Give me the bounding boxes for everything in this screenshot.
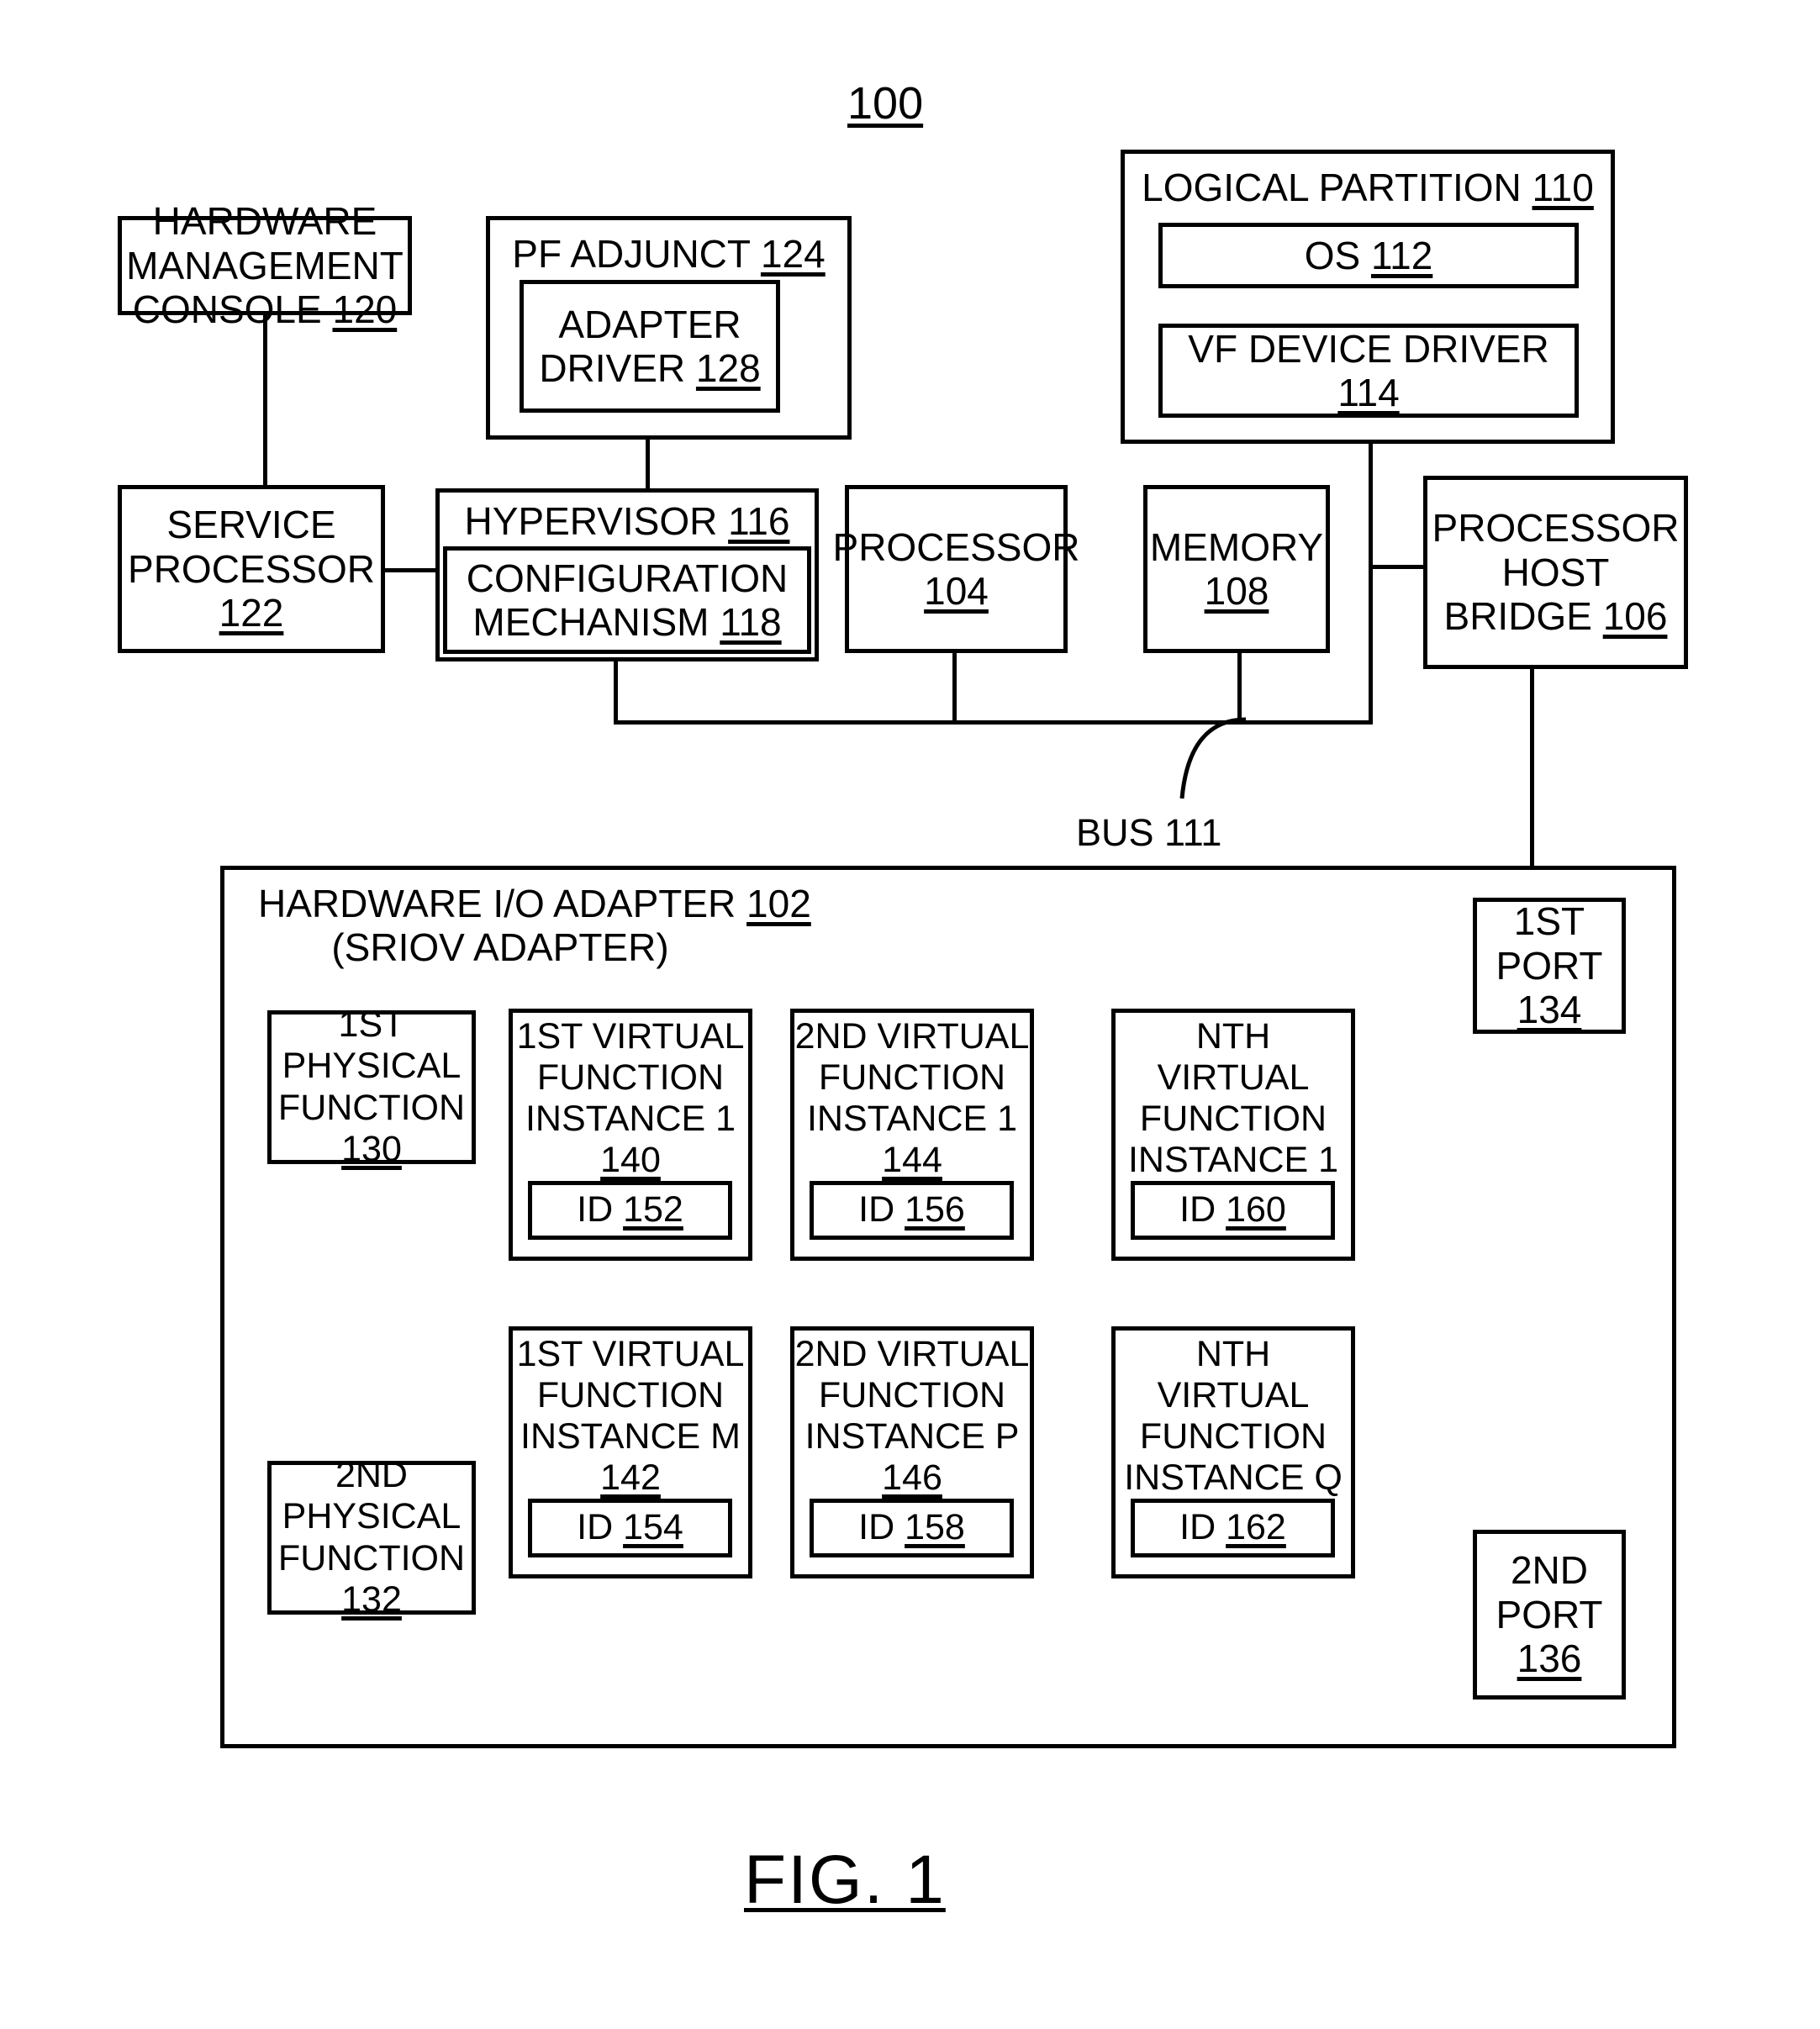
memory-ref: 108 <box>1204 569 1269 613</box>
connector-logical-partition-phb <box>1369 444 1373 480</box>
vf-n-q-label: NTH VIRTUAL FUNCTION INSTANCE Q <box>1124 1334 1343 1499</box>
hypervisor-label: HYPERVISOR <box>464 499 729 543</box>
vf-2-p-id-ref: 158 <box>905 1507 965 1548</box>
vf-2-1-label: 2ND VIRTUAL FUNCTION INSTANCE 1 <box>794 1016 1030 1140</box>
logical-partition-ref: 110 <box>1532 166 1594 209</box>
bus-leader-curve <box>1179 717 1247 799</box>
second-physical-function-box: 2ND PHYSICAL FUNCTION 132 <box>267 1455 476 1620</box>
connector-hypervisor-bus <box>614 661 618 725</box>
pf-adjunct-ref: 124 <box>760 232 826 276</box>
vf-n-1-id-label: ID <box>1179 1189 1227 1231</box>
hmc-ref: 120 <box>332 287 398 332</box>
vf-1-1-id-ref: 152 <box>623 1189 683 1231</box>
os-label: OS <box>1304 233 1371 277</box>
vf-1-m-ref: 142 <box>600 1457 661 1499</box>
first-port-ref: 134 <box>1517 988 1582 1032</box>
vf-2-1-id-ref: 156 <box>905 1189 965 1231</box>
connector-phb-bus-stub <box>1369 565 1427 569</box>
first-physical-function-box: 1ST PHYSICAL FUNCTION 130 <box>267 1004 476 1169</box>
second-port-label: 2ND PORT <box>1496 1548 1603 1636</box>
adapter-driver-box: ADAPTER DRIVER 128 <box>520 280 780 413</box>
os-box: OS 112 <box>1158 223 1579 288</box>
vf-n-q-id-label: ID <box>1179 1507 1227 1548</box>
connector-processor-bus <box>952 653 957 725</box>
vf-2-1-id-box: ID 156 <box>810 1181 1014 1240</box>
hw-io-adapter-label: HARDWARE I/O ADAPTER <box>258 882 747 925</box>
first-port-label: 1ST PORT <box>1496 899 1603 988</box>
vf-device-driver-ref: 114 <box>1337 371 1400 414</box>
vf-1-m-label: 1ST VIRTUAL FUNCTION INSTANCE M <box>516 1334 745 1457</box>
vf-2-1-ref: 144 <box>882 1140 942 1181</box>
connector-service-processor-hypervisor <box>382 568 437 572</box>
vf-2-p-ref: 146 <box>882 1457 942 1499</box>
service-processor-box: SERVICE PROCESSOR 122 <box>118 485 385 653</box>
processor-ref: 104 <box>924 569 989 613</box>
service-processor-ref: 122 <box>219 591 284 635</box>
processor-box: PROCESSOR 104 <box>833 485 1079 653</box>
configuration-mechanism-ref: 118 <box>720 600 782 644</box>
vf-n-q-id-ref: 162 <box>1226 1507 1286 1548</box>
vf-1-1-id-box: ID 152 <box>528 1181 732 1240</box>
first-port-box: 1ST PORT 134 <box>1473 898 1626 1034</box>
vf-2-p-id-label: ID <box>858 1507 905 1548</box>
logical-partition-label: LOGICAL PARTITION <box>1142 166 1532 209</box>
bus-label: BUS 111 <box>1076 811 1222 854</box>
vf-2-1-id-label: ID <box>858 1189 905 1231</box>
second-pf-label: 2ND PHYSICAL FUNCTION <box>277 1455 466 1578</box>
vf-1-1-label: 1ST VIRTUAL FUNCTION INSTANCE 1 <box>516 1016 745 1140</box>
phb-ref: 106 <box>1602 594 1668 639</box>
patent-figure-page: 100 HARDWARE MANAGEMENT CONSOLE 120 PF A… <box>0 0 1820 2029</box>
hypervisor-ref: 116 <box>728 499 790 543</box>
first-pf-label: 1ST PHYSICAL FUNCTION <box>277 1004 466 1128</box>
connector-hmc-service-processor <box>263 315 267 510</box>
vf-n-1-id-box: ID 160 <box>1131 1181 1335 1240</box>
second-port-ref: 136 <box>1517 1636 1582 1681</box>
os-ref: 112 <box>1370 233 1433 277</box>
vf-n-q-id-box: ID 162 <box>1131 1499 1335 1557</box>
vf-1-1-id-label: ID <box>577 1189 624 1231</box>
connector-phb-adapter <box>1530 669 1534 867</box>
hw-io-adapter-ref: 102 <box>746 882 811 925</box>
vf-1-m-id-box: ID 154 <box>528 1499 732 1557</box>
adapter-driver-ref: 128 <box>695 346 761 390</box>
vf-2-p-label: 2ND VIRTUAL FUNCTION INSTANCE P <box>794 1334 1030 1457</box>
second-port-box: 2ND PORT 136 <box>1473 1530 1626 1700</box>
figure-caption: FIG. 1 <box>744 1842 946 1918</box>
figure-number-label: 100 <box>847 78 924 129</box>
pf-adjunct-label: PF ADJUNCT <box>512 232 761 276</box>
vf-1-m-id-ref: 154 <box>623 1507 683 1548</box>
configuration-mechanism-box: CONFIGURATION MECHANISM 118 <box>443 546 811 654</box>
second-pf-ref: 132 <box>341 1578 402 1620</box>
processor-label: PROCESSOR <box>832 524 1080 569</box>
vf-2-p-id-box: ID 158 <box>810 1499 1014 1557</box>
hardware-management-console-box: HARDWARE MANAGEMENT CONSOLE 120 <box>118 199 412 331</box>
bus-line <box>614 720 1373 725</box>
memory-label: MEMORY <box>1149 524 1324 569</box>
service-processor-label: SERVICE PROCESSOR <box>128 503 375 591</box>
processor-host-bridge-box: PROCESSOR HOST BRIDGE 106 <box>1423 476 1688 669</box>
vf-1-1-ref: 140 <box>600 1140 661 1181</box>
connector-phb-vertical <box>1369 480 1373 725</box>
hw-io-adapter-subtitle: (SRIOV ADAPTER) <box>331 925 669 970</box>
first-pf-ref: 130 <box>341 1128 402 1169</box>
vf-n-1-label: NTH VIRTUAL FUNCTION INSTANCE 1 <box>1127 1016 1339 1181</box>
memory-box: MEMORY 108 <box>1143 485 1330 653</box>
vf-device-driver-label: VF DEVICE DRIVER <box>1188 326 1549 371</box>
vf-n-1-id-ref: 160 <box>1226 1189 1286 1231</box>
vf-1-m-id-label: ID <box>577 1507 624 1548</box>
vf-device-driver-box: VF DEVICE DRIVER 114 <box>1158 324 1579 418</box>
